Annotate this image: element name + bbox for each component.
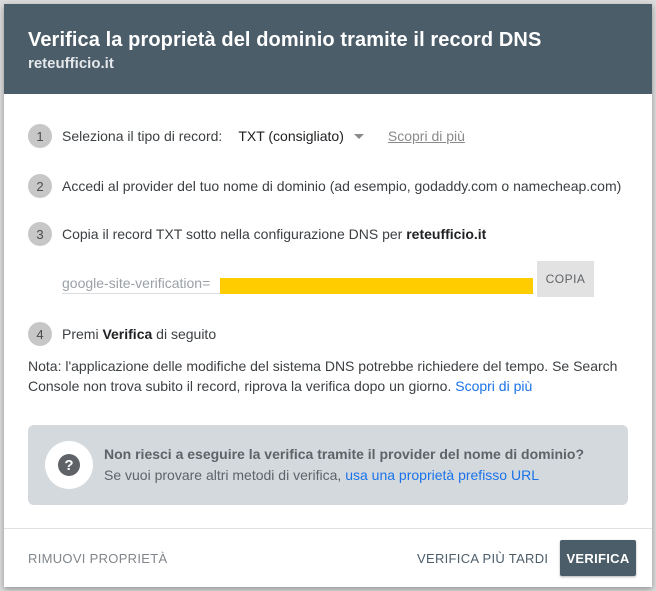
verify-button[interactable]: VERIFICA	[560, 540, 636, 576]
learn-more-link[interactable]: Scopri di più	[388, 128, 465, 144]
help-box: ? Non riesci a eseguire la verifica tram…	[28, 425, 628, 505]
redaction-bar	[220, 278, 533, 294]
note-learn-more-link[interactable]: Scopri di più	[455, 378, 532, 394]
dropdown-caret-icon	[353, 133, 364, 139]
help-icon: ?	[58, 454, 80, 476]
verify-domain-dialog: Verifica la proprietà del dominio tramit…	[4, 4, 652, 587]
remove-property-button[interactable]: RIMUOVI PROPRIETÀ	[28, 551, 167, 566]
record-type-select[interactable]: TXT (consigliato)	[238, 128, 364, 144]
step-text: Copia il record TXT sotto nella configur…	[62, 226, 486, 242]
step-text-after: di seguito	[152, 326, 217, 342]
record-type-value: TXT (consigliato)	[238, 128, 344, 144]
step-2: 2 Accedi al provider del tuo nome di dom…	[28, 174, 621, 198]
txt-record-value: google-site-verification=	[62, 275, 211, 291]
step-number: 4	[28, 322, 52, 346]
help-text: Se vuoi provare altri metodi di verifica…	[104, 467, 539, 483]
step-number: 3	[28, 222, 52, 246]
url-prefix-property-link[interactable]: usa una proprietà prefisso URL	[345, 467, 539, 483]
help-title: Non riesci a eseguire la verifica tramit…	[104, 446, 585, 462]
help-icon-container: ?	[45, 441, 93, 489]
help-text-main: Se vuoi provare altri metodi di verifica…	[104, 467, 346, 483]
dialog-title: Verifica la proprietà del dominio tramit…	[28, 29, 542, 51]
step-4: 4 Premi Verifica di seguito	[28, 322, 216, 346]
step-text: Accedi al provider del tuo nome di domin…	[62, 178, 622, 194]
dialog-footer: RIMUOVI PROPRIETÀ VERIFICA PIÙ TARDI VER…	[4, 528, 652, 587]
step-text: Premi Verifica di seguito	[62, 326, 216, 342]
step-domain: reteufficio.it	[406, 226, 487, 242]
step-1: 1 Seleziona il tipo di record: TXT (cons…	[28, 124, 465, 148]
dialog-body: 1 Seleziona il tipo di record: TXT (cons…	[4, 94, 652, 524]
dns-note: Nota: l'applicazione delle modifiche del…	[28, 356, 628, 396]
verify-later-button[interactable]: VERIFICA PIÙ TARDI	[417, 551, 548, 566]
step-text-bold: Verifica	[102, 326, 153, 342]
dialog-header: Verifica la proprietà del dominio tramit…	[4, 4, 652, 94]
step-number: 1	[28, 124, 52, 148]
dialog-subtitle: reteufficio.it	[28, 55, 114, 72]
step-text-main: Copia il record TXT sotto nella configur…	[62, 226, 407, 242]
step-3: 3 Copia il record TXT sotto nella config…	[28, 222, 486, 246]
step-number: 2	[28, 174, 52, 198]
copy-button[interactable]: COPIA	[537, 261, 594, 297]
step-text-before: Premi	[62, 326, 103, 342]
step-text: Seleziona il tipo di record:	[62, 128, 223, 144]
